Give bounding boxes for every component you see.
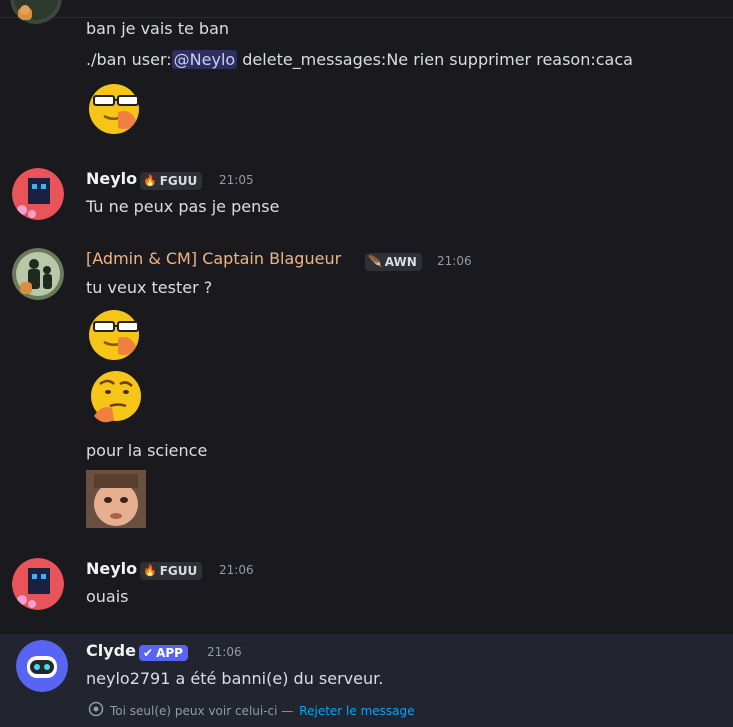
- message-text-command: ./ban user: @Neylo delete_messages:Ne rie…: [86, 49, 633, 71]
- ephemeral-note-text: Toi seul(e) peux voir celui-ci —: [110, 703, 294, 718]
- message-text: ouais: [86, 587, 129, 606]
- guild-tag[interactable]: 🪶 AWN: [365, 251, 422, 271]
- timestamp[interactable]: 21:05: [219, 173, 254, 187]
- message-text: ban je vais te ban: [86, 19, 230, 38]
- smirking-glasses-emoji[interactable]: [88, 82, 140, 134]
- checkmark-icon: ✔: [143, 645, 154, 660]
- command-prefix: ./ban user:: [86, 50, 172, 69]
- avatar-neylo[interactable]: [12, 558, 64, 610]
- timestamp[interactable]: 21:06: [437, 254, 472, 268]
- message-text: neylo2791 a été banni(e) du serveur.: [86, 669, 384, 688]
- avatar-captain-blagueur-cropped[interactable]: [10, 0, 62, 24]
- guild-tag-label: FGUU: [159, 563, 198, 578]
- guild-tag-label: AWN: [384, 254, 417, 269]
- ephemeral-notice: Toi seul(e) peux voir celui-ci — Rejeter…: [88, 701, 415, 720]
- username-neylo[interactable]: Neylo: [86, 559, 137, 578]
- username-clyde[interactable]: Clyde: [86, 641, 136, 660]
- fire-icon: 🔥: [143, 564, 157, 577]
- thinking-emoji[interactable]: [88, 370, 141, 423]
- message-text: tu veux tester ?: [86, 278, 213, 297]
- command-suffix: delete_messages:Ne rien supprimer reason…: [237, 50, 633, 69]
- fire-icon: 🔥: [143, 174, 157, 187]
- smirking-glasses-emoji[interactable]: [88, 308, 140, 360]
- avatar-clyde[interactable]: [16, 640, 68, 692]
- timestamp[interactable]: 21:06: [207, 645, 242, 659]
- username-captain-blagueur[interactable]: [Admin & CM] Captain Blagueur: [86, 249, 341, 268]
- avatar-captain-blagueur[interactable]: [12, 248, 64, 300]
- dismiss-message-link[interactable]: Rejeter le message: [299, 704, 414, 718]
- eye-icon: [88, 701, 104, 720]
- avatar-neylo[interactable]: [12, 168, 64, 220]
- app-badge: ✔ APP: [139, 642, 188, 661]
- guild-tag-label: FGUU: [159, 173, 198, 188]
- feather-icon: 🪶: [368, 255, 382, 268]
- chat-panel: ban je vais te ban ./ban user: @Neylo del…: [0, 0, 733, 727]
- child-face-image[interactable]: [86, 470, 146, 528]
- user-mention[interactable]: @Neylo: [171, 50, 238, 69]
- guild-tag[interactable]: 🔥 FGUU: [140, 170, 203, 190]
- app-badge-label: APP: [156, 645, 183, 660]
- username-neylo[interactable]: Neylo: [86, 169, 137, 188]
- message-text: pour la science: [86, 441, 208, 460]
- guild-tag[interactable]: 🔥 FGUU: [140, 560, 203, 580]
- message-text: Tu ne peux pas je pense: [86, 197, 280, 216]
- timestamp[interactable]: 21:06: [219, 563, 254, 577]
